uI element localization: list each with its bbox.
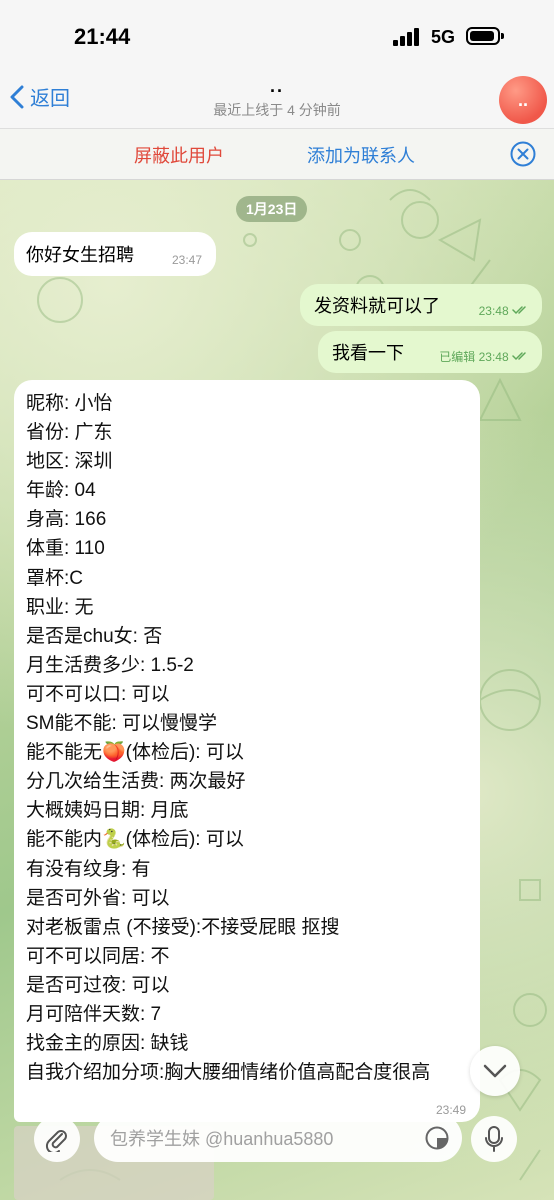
message-time: 23:48: [478, 304, 509, 318]
message-time: 23:48: [478, 350, 509, 364]
profile-line: 可不可以口: 可以: [26, 683, 170, 705]
profile-line: 大概姨妈日期: 月底: [26, 800, 189, 822]
message-meta: 23:48: [479, 304, 530, 318]
profile-line: 分几次给生活费: 两次最好: [26, 771, 246, 793]
profile-line: 省份: 广东: [26, 422, 113, 444]
message-composer: [94, 1114, 462, 1164]
edited-label: 已编辑: [439, 350, 476, 364]
message-meta: 已编辑 23:48: [439, 348, 530, 365]
profile-line: 月可陪伴天数: 7: [26, 1003, 162, 1025]
block-user-button[interactable]: 屏蔽此用户: [134, 142, 224, 168]
chevron-down-icon: [483, 1064, 507, 1078]
profile-line: 罩杯:C: [26, 567, 84, 589]
profile-last-line: 自我介绍加分项:胸大腰细情绪价值高配合度很高: [26, 1062, 431, 1084]
profile-line: 身高: 166: [26, 509, 107, 531]
chat-header: 返回 .. 最近上线于 4 分钟前 ..: [0, 70, 554, 128]
message-time: 23:47: [171, 253, 202, 267]
profile-line: 月生活费多少: 1.5-2: [26, 654, 194, 676]
profile-line: 职业: 无: [26, 596, 94, 618]
paperclip-icon: [45, 1130, 67, 1152]
incoming-message[interactable]: 你好女生招聘 23:47: [14, 232, 216, 276]
add-contact-button[interactable]: 添加为联系人: [307, 142, 415, 168]
date-divider: 1月23日: [236, 196, 308, 222]
attach-button[interactable]: [34, 1116, 80, 1162]
profile-line: 对老板雷点 (不接受):不接受屁眼 抠搜: [26, 916, 340, 938]
profile-line: 体重: 110: [26, 538, 105, 560]
profile-line: 是否可外省: 可以: [26, 887, 170, 909]
outgoing-message[interactable]: 发资料就可以了 23:48: [300, 284, 542, 326]
status-bar: 21:44 5G: [0, 0, 554, 70]
avatar[interactable]: ..: [499, 76, 547, 124]
message-text: 发资料就可以了: [314, 296, 440, 316]
last-seen-status: 最近上线于 4 分钟前: [213, 102, 341, 118]
profile-line: 年龄: 04: [26, 480, 96, 502]
message-input[interactable]: [108, 1114, 412, 1164]
profile-line: 能不能内🐍(体检后): 可以: [26, 829, 244, 851]
profile-line: 有没有纹身: 有: [26, 858, 151, 880]
cellular-signal-icon: [393, 28, 421, 46]
scroll-to-bottom-button[interactable]: [470, 1046, 520, 1096]
microphone-button[interactable]: [471, 1116, 517, 1162]
sticker-icon[interactable]: [424, 1125, 450, 1151]
double-check-icon: [512, 306, 526, 315]
contact-action-bar: 屏蔽此用户 添加为联系人: [0, 128, 554, 180]
chat-title[interactable]: ..: [0, 76, 554, 97]
message-text: 我看一下: [332, 343, 404, 363]
message-text: 你好女生招聘: [26, 245, 134, 265]
battery-icon: [466, 27, 504, 45]
avatar-initials: ..: [517, 89, 528, 110]
double-check-icon: [512, 352, 526, 361]
microphone-icon: [485, 1126, 503, 1152]
profile-line: 找金主的原因: 缺钱: [26, 1033, 189, 1055]
profile-line: 是否是chu女: 否: [26, 625, 163, 647]
status-time: 21:44: [74, 24, 131, 49]
profile-line: 昵称: 小怡: [26, 393, 113, 414]
profile-line: 可不可以同居: 不: [26, 945, 170, 967]
profile-line: SM能不能: 可以慢慢学: [26, 713, 218, 735]
network-type: 5G: [431, 27, 456, 47]
outgoing-message[interactable]: 我看一下 已编辑 23:48: [318, 331, 542, 373]
profile-lines: 昵称: 小怡 省份: 广东 地区: 深圳 年龄: 04 身高: 166 体重: 110 罩杯…: [26, 389, 480, 1058]
profile-line: 能不能无🍑(体检后): 可以: [26, 742, 244, 764]
profile-line: 地区: 深圳: [26, 451, 113, 473]
close-icon[interactable]: [510, 141, 536, 167]
incoming-profile-message[interactable]: 昵称: 小怡 省份: 广东 地区: 深圳 年龄: 04 身高: 166 体重: 110 罩杯…: [14, 380, 480, 1122]
profile-line: 是否可过夜: 可以: [26, 974, 170, 996]
